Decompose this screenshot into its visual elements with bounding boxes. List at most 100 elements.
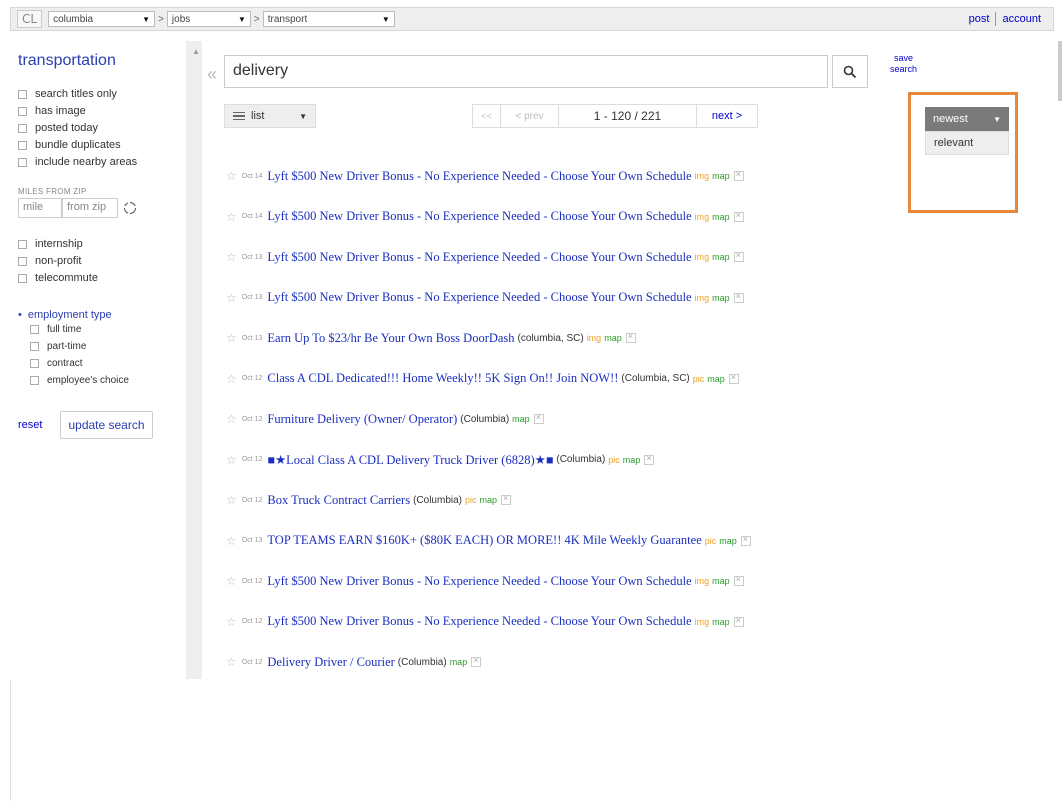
result-title-link[interactable]: Delivery Driver / Courier [267, 655, 394, 670]
favorite-star-icon[interactable]: ☆ [226, 574, 237, 588]
filter-non-profit[interactable]: non-profit [18, 253, 183, 270]
favorite-star-icon[interactable]: ☆ [226, 493, 237, 507]
checkbox[interactable] [18, 90, 27, 99]
result-title-link[interactable]: Lyft $500 New Driver Bonus - No Experien… [267, 290, 691, 305]
favorite-star-icon[interactable]: ☆ [226, 655, 237, 669]
employment-contract[interactable]: contract [18, 355, 183, 372]
page-scrollbar[interactable] [1058, 41, 1062, 101]
employment-employees-choice[interactable]: employee's choice [18, 372, 183, 389]
favorite-star-icon[interactable]: ☆ [226, 250, 237, 264]
map-link[interactable]: map [712, 576, 730, 586]
map-link[interactable]: map [623, 455, 641, 465]
result-title-link[interactable]: ■★Local Class A CDL Delivery Truck Drive… [267, 452, 553, 468]
category-select[interactable]: jobs ▼ [166, 11, 251, 27]
hide-posting-icon[interactable] [533, 412, 544, 425]
hide-posting-icon[interactable] [740, 534, 751, 546]
result-title-link[interactable]: Lyft $500 New Driver Bonus - No Experien… [267, 209, 691, 224]
hide-posting-icon[interactable] [733, 615, 744, 627]
checkbox[interactable] [18, 158, 27, 167]
hide-posting-icon[interactable] [471, 655, 482, 668]
filter-posted-today[interactable]: posted today [18, 120, 183, 137]
result-title-link[interactable]: Earn Up To $23/hr Be Your Own Boss DoorD… [267, 331, 514, 346]
hide-posting-icon[interactable] [733, 169, 744, 182]
hide-posting-icon[interactable] [733, 574, 744, 587]
save-search-link[interactable]: save search [890, 53, 917, 75]
favorite-star-icon[interactable]: ☆ [226, 615, 237, 629]
map-link[interactable]: map [604, 333, 622, 343]
checkbox[interactable] [30, 359, 39, 368]
checkbox[interactable] [30, 376, 39, 385]
checkbox[interactable] [18, 274, 27, 283]
result-title-link[interactable]: Furniture Delivery (Owner/ Operator) [267, 412, 457, 427]
collapse-sidebar-icon[interactable]: « [207, 64, 217, 85]
result-title-link[interactable]: Lyft $500 New Driver Bonus - No Experien… [267, 614, 691, 629]
filter-internship[interactable]: internship [18, 236, 183, 253]
result-title-link[interactable]: Lyft $500 New Driver Bonus - No Experien… [267, 169, 691, 184]
employment-part-time[interactable]: part-time [18, 338, 183, 355]
craigslist-logo[interactable]: CL [17, 10, 43, 28]
hide-posting-icon[interactable] [501, 493, 512, 506]
hide-posting-icon[interactable] [644, 453, 655, 465]
update-search-button[interactable]: update search [60, 411, 153, 439]
favorite-star-icon[interactable]: ☆ [226, 210, 237, 224]
hide-posting-icon[interactable] [733, 291, 744, 303]
map-link[interactable]: map [707, 374, 725, 384]
first-page-button[interactable]: << [473, 105, 501, 127]
map-link[interactable]: map [712, 252, 730, 262]
hide-posting-icon[interactable] [733, 210, 744, 222]
sidebar-splitter[interactable]: ▲ [186, 41, 202, 679]
employment-type-toggle[interactable]: • employment type [18, 309, 183, 321]
map-link[interactable]: map [712, 171, 730, 181]
sort-option-relevant[interactable]: relevant [925, 131, 1009, 155]
account-link[interactable]: account [996, 13, 1047, 25]
result-title-link[interactable]: Lyft $500 New Driver Bonus - No Experien… [267, 250, 691, 265]
map-link[interactable]: map [450, 657, 468, 667]
checkbox[interactable] [18, 141, 27, 150]
checkbox[interactable] [30, 342, 39, 351]
post-link[interactable]: post [963, 13, 996, 25]
favorite-star-icon[interactable]: ☆ [226, 412, 237, 426]
map-link[interactable]: map [712, 617, 730, 627]
map-link[interactable]: map [719, 536, 737, 546]
favorite-star-icon[interactable]: ☆ [226, 534, 237, 548]
hide-posting-icon[interactable] [625, 331, 636, 344]
filter-search-titles[interactable]: search titles only [18, 86, 183, 103]
hide-posting-icon[interactable] [728, 372, 739, 384]
next-page-button[interactable]: next > [697, 105, 757, 127]
map-link[interactable]: map [480, 495, 498, 505]
search-input[interactable]: delivery [224, 55, 828, 88]
result-title-link[interactable]: Lyft $500 New Driver Bonus - No Experien… [267, 574, 691, 589]
map-link[interactable]: map [712, 212, 730, 222]
location-select[interactable]: columbia ▼ [48, 11, 156, 27]
result-title-link[interactable]: Box Truck Contract Carriers [267, 493, 410, 508]
subcategory-select[interactable]: transport ▼ [262, 11, 395, 27]
sort-option-newest[interactable]: newest ▼ [925, 107, 1009, 131]
favorite-star-icon[interactable]: ☆ [226, 372, 237, 386]
filter-bundle-duplicates[interactable]: bundle duplicates [18, 137, 183, 154]
favorite-star-icon[interactable]: ☆ [226, 453, 237, 467]
view-mode-select[interactable]: list ▼ [224, 104, 316, 128]
checkbox[interactable] [18, 124, 27, 133]
result-title-link[interactable]: Class A CDL Dedicated!!! Home Weekly!! 5… [267, 371, 618, 386]
favorite-star-icon[interactable]: ☆ [226, 331, 237, 345]
filter-telecommute[interactable]: telecommute [18, 270, 183, 287]
category-title[interactable]: transportation [18, 52, 183, 70]
prev-page-button[interactable]: < prev [501, 105, 559, 127]
filter-nearby-areas[interactable]: include nearby areas [18, 154, 183, 171]
checkbox[interactable] [30, 325, 39, 334]
zip-input[interactable]: from zip [62, 198, 118, 218]
hide-posting-icon[interactable] [733, 250, 744, 263]
miles-input[interactable]: mile [18, 198, 62, 218]
search-button[interactable] [832, 55, 868, 88]
employment-full-time[interactable]: full time [18, 321, 183, 338]
map-link[interactable]: map [712, 293, 730, 303]
checkbox[interactable] [18, 257, 27, 266]
filter-has-image[interactable]: has image [18, 103, 183, 120]
map-link[interactable]: map [512, 414, 530, 424]
favorite-star-icon[interactable]: ☆ [226, 291, 237, 305]
checkbox[interactable] [18, 240, 27, 249]
checkbox[interactable] [18, 107, 27, 116]
reset-link[interactable]: reset [18, 419, 42, 431]
result-title-link[interactable]: TOP TEAMS EARN $160K+ ($80K EACH) OR MOR… [267, 533, 701, 548]
location-target-icon[interactable] [121, 199, 138, 216]
